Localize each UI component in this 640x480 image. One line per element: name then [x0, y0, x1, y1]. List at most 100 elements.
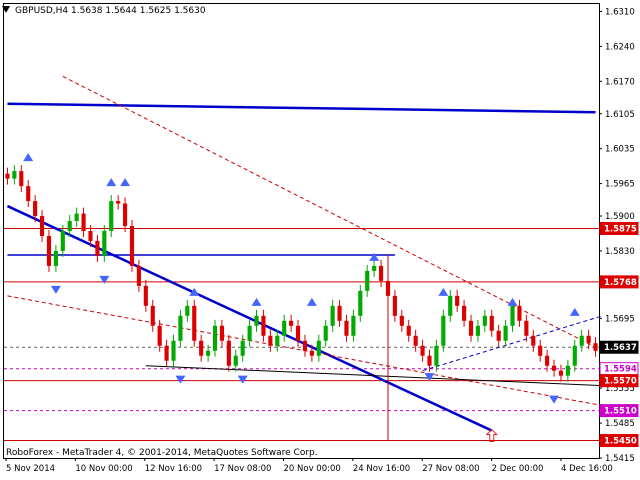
candle-body[interactable] [316, 340, 321, 356]
candle-body[interactable] [586, 335, 591, 344]
price-tick-label: 1.6310 [605, 7, 635, 17]
candle-body[interactable] [593, 343, 598, 351]
candle-body[interactable] [19, 171, 24, 187]
candle-body[interactable] [123, 203, 128, 227]
candle-body[interactable] [60, 231, 65, 251]
candle-body[interactable] [427, 355, 432, 366]
candle-body[interactable] [455, 295, 460, 306]
candle-body[interactable] [219, 325, 225, 341]
candle-body[interactable] [12, 171, 17, 179]
candle-body[interactable] [475, 325, 480, 336]
candle-body[interactable] [157, 325, 162, 346]
candle-body[interactable] [212, 325, 218, 351]
candle-body[interactable] [531, 335, 536, 346]
candle-body[interactable] [136, 265, 141, 286]
candle-body[interactable] [268, 335, 273, 346]
candle-body[interactable] [261, 315, 266, 336]
candle-body[interactable] [5, 173, 10, 179]
candle-body[interactable] [74, 213, 79, 222]
candle-body[interactable] [206, 350, 211, 356]
candle-body[interactable] [254, 315, 259, 326]
candle-body[interactable] [109, 201, 114, 231]
candle-body[interactable] [116, 201, 121, 204]
price-tag-label: 1.5450 [604, 437, 637, 447]
candle-body[interactable] [399, 315, 404, 326]
candle-body[interactable] [289, 320, 294, 326]
time-tick-label: 20 Nov 00:00 [284, 464, 341, 474]
candle-body[interactable] [178, 315, 183, 341]
candle-body[interactable] [337, 305, 342, 321]
candle-body[interactable] [558, 370, 564, 376]
candle-body[interactable] [579, 335, 584, 346]
candle-body[interactable] [67, 221, 72, 231]
candle-body[interactable] [275, 335, 280, 346]
candle-body[interactable] [372, 265, 377, 271]
candle-body[interactable] [88, 231, 93, 241]
candle-body[interactable] [302, 340, 308, 351]
candle-body[interactable] [295, 325, 301, 341]
candle-body[interactable] [323, 325, 328, 341]
candle-body[interactable] [150, 305, 155, 326]
candle-body[interactable] [420, 345, 425, 356]
candle-body[interactable] [365, 270, 370, 291]
candle-body[interactable] [392, 295, 397, 316]
candle-body[interactable] [143, 285, 148, 306]
candle-body[interactable] [330, 305, 335, 326]
candle-body[interactable] [46, 235, 52, 266]
candle-body[interactable] [496, 330, 501, 341]
candle-body[interactable] [102, 231, 107, 256]
candle-body[interactable] [53, 250, 58, 266]
price-tick-label: 1.6105 [605, 110, 635, 120]
candle-body[interactable] [226, 340, 231, 366]
candle-body[interactable] [240, 340, 245, 356]
candle-body[interactable] [378, 265, 384, 281]
candle-body[interactable] [282, 320, 287, 336]
candle-body[interactable] [441, 315, 446, 346]
price-tick-label: 1.5415 [605, 454, 635, 464]
candle-body[interactable] [406, 325, 411, 336]
candle-body[interactable] [462, 305, 467, 321]
copyright-footer: RoboForex - MetaTrader 4, © 2001-2014, M… [6, 448, 318, 458]
candle-body[interactable] [185, 305, 190, 316]
candle-body[interactable] [233, 355, 238, 366]
price-tick-label: 1.5485 [605, 419, 635, 429]
candle-body[interactable] [551, 365, 557, 371]
candle-body[interactable] [26, 186, 31, 202]
candle-body[interactable] [164, 345, 169, 361]
candle-body[interactable] [448, 295, 453, 316]
candle-body[interactable] [482, 315, 487, 326]
candle-body[interactable] [358, 290, 363, 316]
candle-body[interactable] [199, 340, 204, 356]
candle-body[interactable] [81, 213, 86, 231]
candle-body[interactable] [129, 226, 135, 266]
price-tick-label: 1.5830 [605, 247, 635, 257]
candle-body[interactable] [33, 201, 38, 217]
candle-body[interactable] [524, 320, 529, 336]
candle-body[interactable] [503, 325, 508, 341]
price-tag-label: 1.5875 [604, 225, 637, 235]
candle-body[interactable] [545, 355, 550, 366]
candle-body[interactable] [468, 320, 474, 336]
candle-body[interactable] [565, 365, 570, 376]
candle-body[interactable] [510, 305, 515, 326]
candle-body[interactable] [413, 335, 418, 346]
candle-body[interactable] [344, 320, 349, 336]
candle-body[interactable] [489, 315, 494, 331]
candle-body[interactable] [95, 240, 100, 256]
candle-body[interactable] [171, 340, 176, 361]
candle-body[interactable] [309, 350, 314, 356]
candle-body[interactable] [192, 305, 197, 341]
candle-body[interactable] [572, 345, 577, 366]
price-tag-label: 1.5768 [604, 278, 637, 288]
price-tick-label: 1.5965 [605, 180, 635, 190]
candle-body[interactable] [385, 280, 391, 296]
candle-body[interactable] [351, 315, 356, 336]
candle-body[interactable] [247, 325, 252, 341]
candle-body[interactable] [517, 305, 522, 321]
candle-body[interactable] [538, 345, 543, 356]
price-chart[interactable]: 1.6310 1.6240 1.6170 1.6105 1.6035 1.5965 1.59… [0, 0, 640, 480]
candle-body[interactable] [39, 216, 45, 236]
candle-body[interactable] [434, 345, 439, 366]
time-tick-label: 4 Dec 16:00 [561, 464, 613, 474]
price-tick-label: 1.5900 [605, 212, 635, 222]
